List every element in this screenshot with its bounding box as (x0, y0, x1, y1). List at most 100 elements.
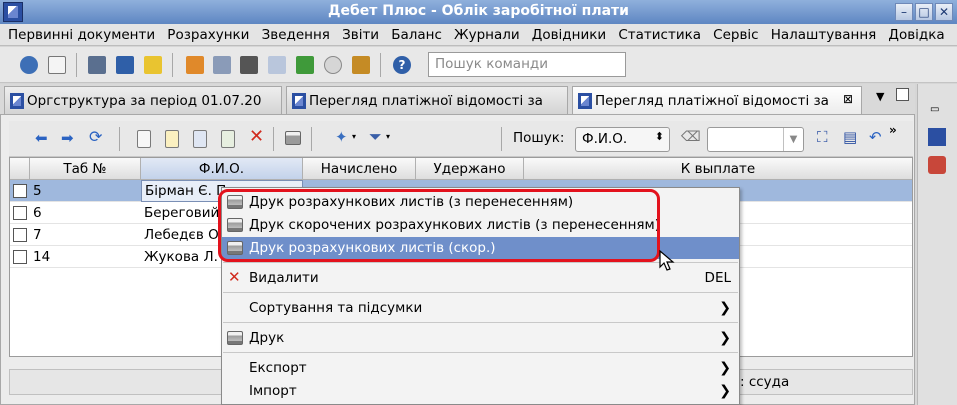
menu-item-documents[interactable]: Первинні документи (0, 24, 155, 43)
app-logo-icon[interactable] (928, 128, 946, 146)
search-field-select[interactable]: Ф.И.О. ⬍ (575, 127, 670, 152)
header-tab-number[interactable]: Таб № (30, 158, 141, 180)
tab-app-icon (292, 93, 306, 109)
toolbar-separator (311, 127, 312, 151)
submenu-arrow-icon: ❯ (719, 330, 731, 346)
database-icon[interactable] (20, 56, 38, 74)
employee-card-icon[interactable] (213, 56, 231, 74)
arrow-right-icon[interactable]: ➡ (61, 129, 74, 147)
row-checkbox[interactable] (13, 184, 27, 198)
printer-icon (227, 331, 243, 345)
header-to-pay[interactable]: К выплате (524, 158, 912, 180)
toolbar-separator (119, 127, 120, 151)
camera-icon[interactable] (240, 56, 258, 74)
filter-icon[interactable]: ⏷ (369, 127, 382, 147)
toolbar-separator (172, 53, 173, 77)
chevron-down-icon[interactable]: ▾ (386, 132, 390, 141)
menu-bar: Первинні документи Розрахунки Зведення З… (0, 24, 957, 46)
refresh-icon[interactable]: ⟳ (89, 127, 102, 146)
delete-icon: ✕ (228, 268, 241, 286)
menu-item-label: Експорт (249, 360, 307, 376)
menu-item-settings[interactable]: Налаштування (763, 24, 877, 43)
header-withheld[interactable]: Удержано (416, 158, 524, 180)
menu-item-statistics[interactable]: Статистика (610, 24, 701, 43)
toolbar-overflow-icon[interactable]: » (889, 123, 897, 137)
side-panel-strip: ▭ (917, 84, 957, 405)
orange-box-icon[interactable] (186, 56, 204, 74)
select-arrows-icon: ⬍ (654, 130, 664, 143)
printer-icon[interactable] (285, 131, 301, 145)
toolbar-separator (273, 127, 274, 151)
help-icon[interactable]: ? (393, 56, 411, 74)
tab-app-icon (578, 93, 592, 109)
tab-overflow-arrow-icon[interactable]: ▼ (876, 90, 884, 103)
menu-item-balance[interactable]: Баланс (383, 24, 442, 43)
submenu-arrow-icon: ❯ (719, 383, 731, 399)
menu-item-service[interactable]: Сервіс (705, 24, 758, 43)
list-view-icon[interactable]: ▤ (843, 128, 857, 146)
menu-item-reports[interactable]: Звіти (334, 24, 379, 43)
calculator-icon[interactable] (88, 56, 106, 74)
tools-icon[interactable] (352, 56, 370, 74)
table-toolbar: ⬅ ➡ ⟳ ✕ ✦ ▾ ⏷ ▾ Пошук: Ф.И.О. ⬍ ⌫ ▼ ⛶ ▤ … (9, 121, 913, 157)
users-icon[interactable] (928, 156, 946, 174)
copy-record-icon[interactable] (193, 130, 207, 148)
menu-item-help[interactable]: Довідка (880, 24, 944, 43)
tab-org-structure[interactable]: Оргструктура за період 01.07.20 (4, 86, 282, 114)
calendar-icon[interactable] (268, 56, 286, 74)
cell-full-name: Жукова Л. (144, 249, 218, 265)
lightning-icon[interactable] (144, 56, 162, 74)
header-checkbox-col (10, 158, 30, 180)
tab-label: Оргструктура за період 01.07.20 (27, 93, 262, 109)
maximize-panel-icon[interactable] (896, 88, 909, 101)
cell-full-name: Лебедєв О. (144, 227, 223, 243)
maximize-button[interactable]: □ (915, 3, 933, 21)
minimize-button[interactable]: – (895, 3, 913, 21)
menu-separator (223, 322, 738, 323)
header-accrued[interactable]: Начислено (303, 158, 416, 180)
new-document-icon[interactable] (48, 56, 66, 74)
menu-item-label: Видалити (249, 270, 319, 286)
edit-record-icon[interactable] (165, 130, 179, 148)
menu-item-journals[interactable]: Журнали (446, 24, 520, 43)
mouse-cursor-icon (659, 250, 675, 271)
status-text: : ссуда (740, 374, 790, 390)
close-button[interactable]: ✕ (935, 3, 953, 21)
search-field-value: Ф.И.О. (582, 131, 628, 147)
menu-item-export[interactable]: Експорт ❯ (222, 357, 739, 379)
tab-label: Перегляд платіжної відомості за (309, 93, 543, 109)
delete-icon[interactable]: ✕ (249, 126, 264, 147)
annotation-highlight (218, 189, 660, 262)
chevron-down-icon[interactable]: ▾ (352, 132, 356, 141)
tab-payment-statement-1[interactable]: Перегляд платіжної відомості за (286, 86, 568, 114)
menu-item-print[interactable]: Друк ❯ (222, 327, 739, 349)
magic-wand-icon[interactable]: ✦ (335, 128, 348, 146)
menu-item-import[interactable]: Імпорт ❯ (222, 380, 739, 402)
header-full-name[interactable]: Ф.И.О. (141, 158, 303, 180)
command-search-input[interactable]: Пошук команди (428, 52, 626, 77)
tab-close-icon[interactable]: ⊠ (843, 92, 853, 106)
combo-dropdown-icon[interactable]: ▼ (783, 128, 803, 151)
binoculars-icon[interactable]: ⛶ (817, 128, 828, 146)
row-checkbox[interactable] (13, 206, 27, 220)
monitor-icon[interactable] (116, 56, 134, 74)
add-user-icon[interactable] (296, 56, 314, 74)
arrow-left-icon[interactable]: ⬅ (35, 129, 48, 147)
menu-item-shortcut: DEL (704, 270, 731, 286)
search-value-combo[interactable]: ▼ (707, 127, 804, 152)
menu-item-summary[interactable]: Зведення (254, 24, 330, 43)
new-record-icon[interactable] (137, 130, 151, 148)
eraser-icon[interactable]: ⌫ (681, 129, 701, 145)
restore-panel-icon[interactable]: ▭ (930, 104, 939, 115)
menu-item-directories[interactable]: Довідники (524, 24, 606, 43)
move-record-icon[interactable] (221, 130, 235, 148)
undo-icon[interactable]: ↶ (869, 128, 882, 146)
magnifier-icon[interactable] (324, 56, 342, 74)
tab-payment-statement-2[interactable]: Перегляд платіжної відомості за ⊠ (572, 86, 862, 114)
menu-item-calculations[interactable]: Розрахунки (159, 24, 249, 43)
window-title: Дебет Плюс - Облік заробітної плати (328, 3, 629, 19)
menu-item-sort-totals[interactable]: Сортування та підсумки ❯ (222, 297, 739, 319)
row-checkbox[interactable] (13, 228, 27, 242)
row-checkbox[interactable] (13, 250, 27, 264)
cell-tab-number: 6 (33, 205, 42, 221)
